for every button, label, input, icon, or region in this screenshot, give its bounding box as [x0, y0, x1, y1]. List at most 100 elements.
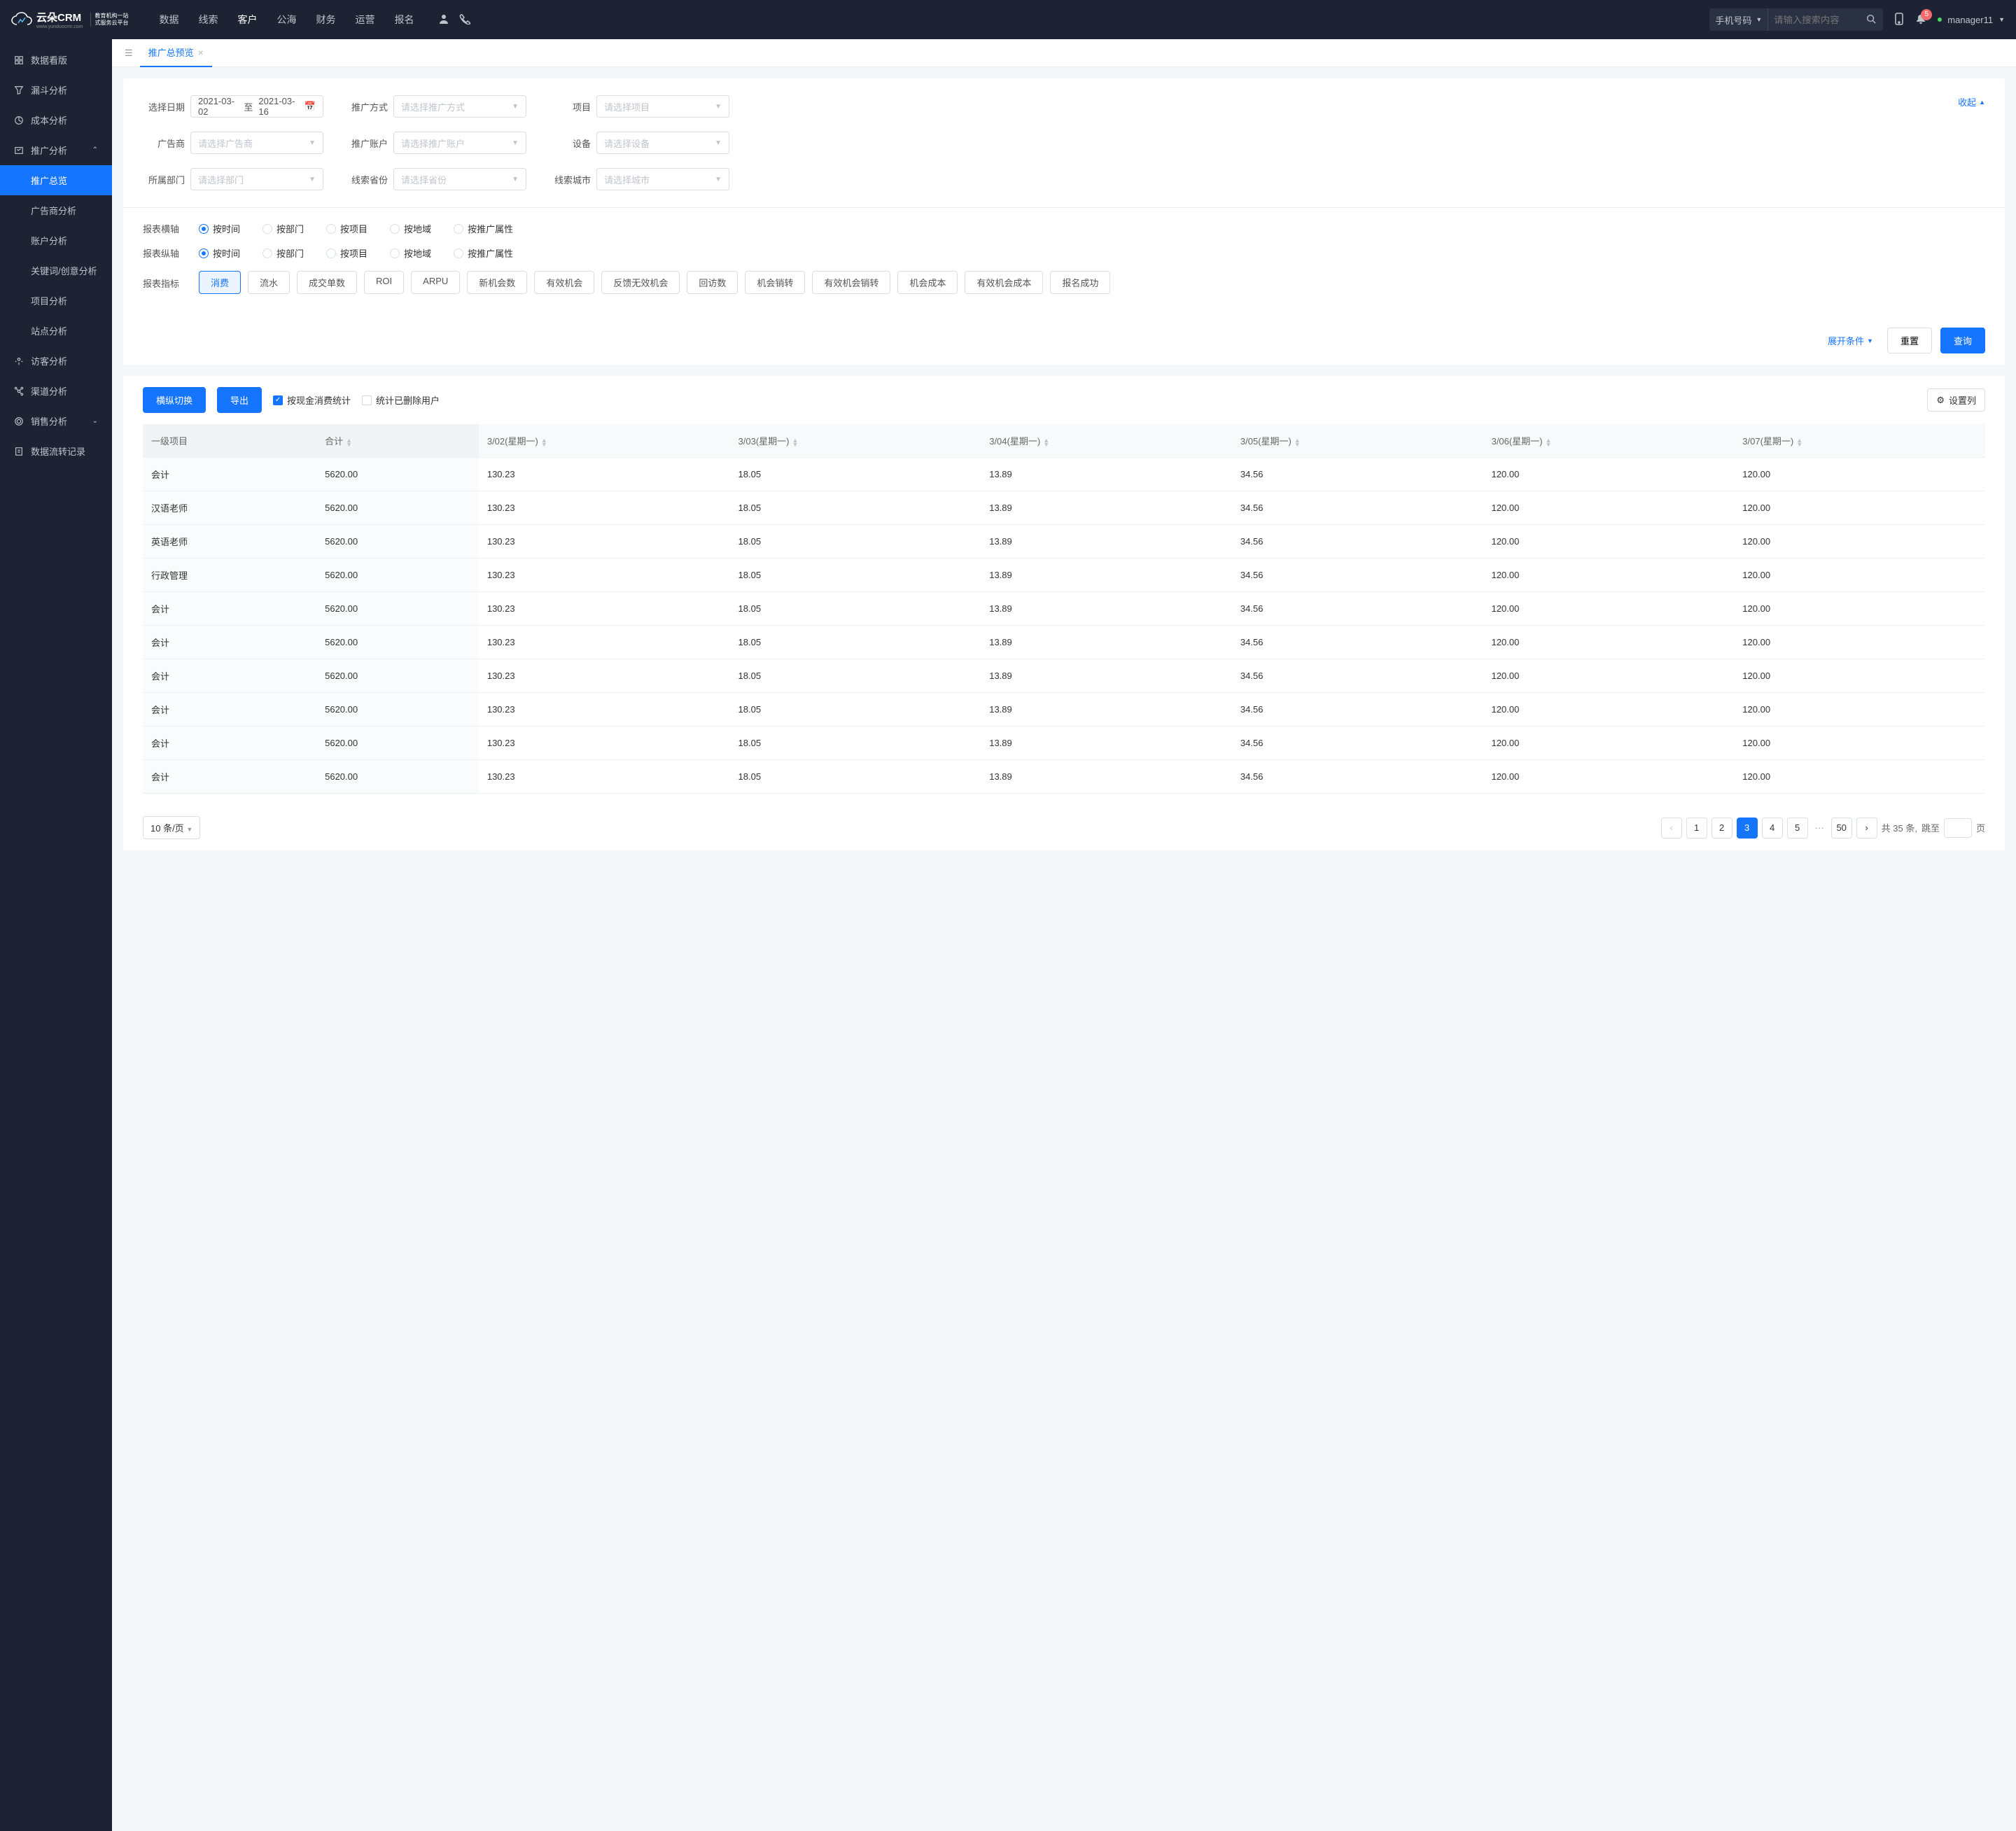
- table-header[interactable]: 3/02(星期一)▲▼: [479, 424, 730, 458]
- page-number-button[interactable]: 2: [1712, 818, 1732, 839]
- query-button[interactable]: 查询: [1940, 328, 1985, 353]
- switch-axes-button[interactable]: 横纵切换: [143, 387, 206, 413]
- metric-tag[interactable]: 机会成本: [897, 271, 958, 294]
- next-page-button[interactable]: ›: [1856, 818, 1877, 839]
- page-number-button[interactable]: 50: [1831, 818, 1852, 839]
- nav-item[interactable]: 财务: [307, 0, 346, 39]
- method-select[interactable]: 请选择推广方式▼: [393, 95, 526, 118]
- sidebar-item[interactable]: 销售分析⌄: [0, 406, 112, 436]
- sidebar-sub-item[interactable]: 关键词/创意分析: [31, 255, 112, 286]
- radio-option[interactable]: 按推广属性: [454, 246, 513, 260]
- sidebar-item[interactable]: 数据看版: [0, 45, 112, 75]
- metric-tag[interactable]: 报名成功: [1050, 271, 1110, 294]
- page-number-button[interactable]: 3: [1737, 818, 1758, 839]
- table-header[interactable]: 3/04(星期一)▲▼: [981, 424, 1232, 458]
- metric-tag[interactable]: 流水: [248, 271, 290, 294]
- search-button[interactable]: [1859, 14, 1883, 26]
- search-group: 手机号码 ▼: [1709, 8, 1883, 31]
- sidebar-item[interactable]: 数据流转记录: [0, 436, 112, 466]
- deleted-checkbox[interactable]: ✓ 统计已删除用户: [362, 393, 440, 407]
- radio-option[interactable]: 按部门: [262, 222, 304, 235]
- channel-icon: [14, 386, 24, 396]
- nav-item[interactable]: 报名: [385, 0, 424, 39]
- nav-item[interactable]: 客户: [228, 0, 267, 39]
- cash-checkbox[interactable]: ✓ 按现金消费统计: [273, 393, 351, 407]
- sidebar-item[interactable]: 成本分析: [0, 105, 112, 135]
- metric-tag[interactable]: 反馈无效机会: [601, 271, 680, 294]
- content-tab[interactable]: 推广总预览×: [140, 39, 212, 67]
- logo[interactable]: 云朵CRM www.yunduocrm.com 教育机构一站 式服务云平台: [11, 10, 129, 29]
- table-cell: 120.00: [1734, 525, 1985, 559]
- column-settings-button[interactable]: ⚙ 设置列: [1927, 388, 1985, 412]
- table-header[interactable]: 合计▲▼: [316, 424, 479, 458]
- search-type-select[interactable]: 手机号码 ▼: [1709, 8, 1768, 31]
- page-size-select[interactable]: 10 条/页 ▼: [143, 816, 200, 839]
- close-icon[interactable]: ×: [198, 47, 204, 58]
- radio-option[interactable]: 按部门: [262, 246, 304, 260]
- date-range-picker[interactable]: 2021-03-02 至 2021-03-16 📅: [190, 95, 323, 118]
- nav-item[interactable]: 线索: [189, 0, 228, 39]
- table-header[interactable]: 3/06(星期一)▲▼: [1483, 424, 1735, 458]
- account-select[interactable]: 请选择推广账户▼: [393, 132, 526, 154]
- expand-conditions-link[interactable]: 展开条件 ▼: [1828, 334, 1873, 347]
- collapse-filters-link[interactable]: 收起 ▲: [1958, 95, 1985, 108]
- page-number-button[interactable]: 4: [1762, 818, 1783, 839]
- metric-tag[interactable]: 机会销转: [745, 271, 805, 294]
- table-cell: 13.89: [981, 592, 1232, 626]
- nav-item[interactable]: 数据: [150, 0, 189, 39]
- table-header[interactable]: 一级项目: [143, 424, 316, 458]
- reset-button[interactable]: 重置: [1887, 328, 1932, 353]
- page-number-button[interactable]: 5: [1787, 818, 1808, 839]
- sidebar-sub-item[interactable]: 账户分析: [31, 225, 112, 255]
- search-input[interactable]: [1768, 8, 1859, 31]
- radio-option[interactable]: 按地域: [390, 222, 431, 235]
- nav-item[interactable]: 公海: [267, 0, 307, 39]
- sidebar-item[interactable]: 访客分析: [0, 346, 112, 376]
- metric-tag[interactable]: 有效机会: [534, 271, 594, 294]
- mobile-icon[interactable]: [1894, 13, 1904, 27]
- sidebar-item[interactable]: 漏斗分析: [0, 75, 112, 105]
- metric-tag[interactable]: 有效机会成本: [965, 271, 1043, 294]
- metric-tag[interactable]: 有效机会销转: [812, 271, 890, 294]
- metric-tag[interactable]: ROI: [364, 271, 404, 294]
- metric-tag[interactable]: 消费: [199, 271, 241, 294]
- phone-icon[interactable]: [459, 13, 470, 27]
- export-button[interactable]: 导出: [217, 387, 262, 413]
- metric-tag[interactable]: ARPU: [411, 271, 460, 294]
- metric-tag[interactable]: 成交单数: [297, 271, 357, 294]
- sidebar-sub-item[interactable]: 站点分析: [31, 316, 112, 346]
- dept-select[interactable]: 请选择部门▼: [190, 168, 323, 190]
- radio-option[interactable]: 按项目: [326, 222, 368, 235]
- bell-icon[interactable]: 5: [1915, 13, 1926, 27]
- radio-option[interactable]: 按推广属性: [454, 222, 513, 235]
- table-header[interactable]: 3/07(星期一)▲▼: [1734, 424, 1985, 458]
- user-menu[interactable]: manager11 ▼: [1938, 15, 2005, 25]
- project-select[interactable]: 请选择项目▼: [596, 95, 729, 118]
- metric-tag[interactable]: 回访数: [687, 271, 738, 294]
- sidebar-item[interactable]: 推广分析⌃: [0, 135, 112, 165]
- table-header[interactable]: 3/05(星期一)▲▼: [1232, 424, 1483, 458]
- sidebar-sub-item[interactable]: 广告商分析: [31, 195, 112, 225]
- metric-tag[interactable]: 新机会数: [467, 271, 527, 294]
- province-select[interactable]: 请选择省份▼: [393, 168, 526, 190]
- data-table: 一级项目合计▲▼3/02(星期一)▲▼3/03(星期一)▲▼3/04(星期一)▲…: [143, 424, 1985, 794]
- sidebar-toggle[interactable]: ☰: [118, 48, 140, 59]
- table-cell: 34.56: [1232, 693, 1483, 727]
- user-icon[interactable]: [438, 13, 449, 27]
- radio-option[interactable]: 按项目: [326, 246, 368, 260]
- sidebar-sub-item[interactable]: 项目分析: [31, 286, 112, 316]
- sidebar-sub-item[interactable]: 推广总览: [0, 165, 112, 195]
- city-select[interactable]: 请选择城市▼: [596, 168, 729, 190]
- radio-option[interactable]: 按地域: [390, 246, 431, 260]
- page-number-button[interactable]: 1: [1686, 818, 1707, 839]
- advertiser-select[interactable]: 请选择广告商▼: [190, 132, 323, 154]
- radio-option[interactable]: 按时间: [199, 222, 240, 235]
- sidebar-item[interactable]: 渠道分析: [0, 376, 112, 406]
- prev-page-button[interactable]: ‹: [1661, 818, 1682, 839]
- radio-icon: [390, 248, 400, 258]
- nav-item[interactable]: 运营: [346, 0, 385, 39]
- device-select[interactable]: 请选择设备▼: [596, 132, 729, 154]
- radio-option[interactable]: 按时间: [199, 246, 240, 260]
- page-jump-input[interactable]: [1944, 818, 1972, 838]
- table-header[interactable]: 3/03(星期一)▲▼: [730, 424, 981, 458]
